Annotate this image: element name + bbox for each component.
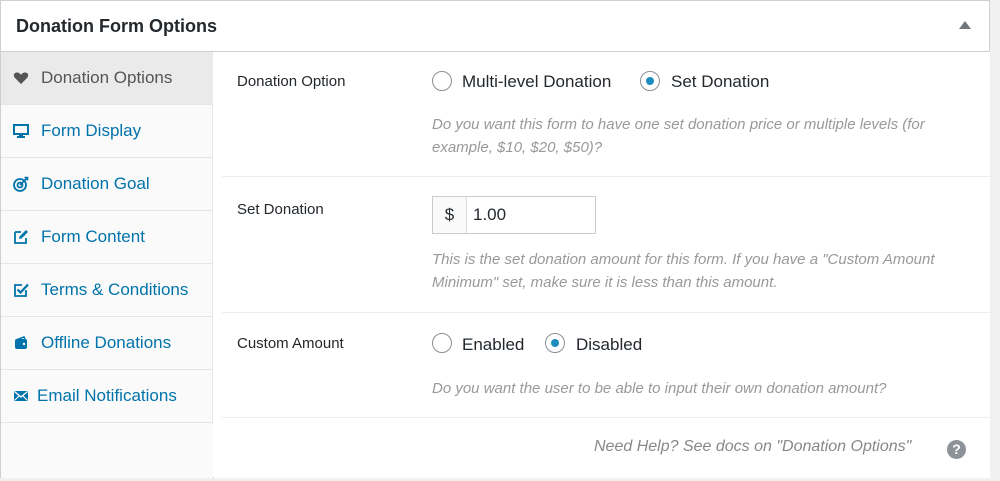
sidebar-item-email-notifications[interactable]: Email Notifications <box>1 370 213 423</box>
sidebar-item-offline-donations[interactable]: Offline Donations <box>1 317 213 370</box>
set-donation-label: Set Donation <box>237 201 324 218</box>
donation-option-description: Do you want this form to have one set do… <box>432 116 925 156</box>
donation-form-options-metabox: Donation Form Options Donation Options F… <box>0 0 990 478</box>
sidebar-item-form-content[interactable]: Form Content <box>1 211 213 264</box>
custom-amount-enabled-radio[interactable] <box>432 333 452 353</box>
envelope-icon <box>14 390 28 401</box>
options-panel: Donation Option Multi-level Donation Set… <box>214 52 990 478</box>
desktop-icon <box>13 124 29 138</box>
checkbox-icon <box>14 283 29 297</box>
custom-amount-disabled-radio[interactable] <box>545 333 565 353</box>
currency-symbol: $ <box>433 197 467 233</box>
target-icon <box>13 176 29 192</box>
set-donation-description: This is the set donation amount for this… <box>432 251 935 291</box>
sidebar-item-donation-goal[interactable]: Donation Goal <box>1 158 213 211</box>
custom-amount-label: Custom Amount <box>237 335 344 352</box>
sidebar-item-label: Terms & Conditions <box>41 280 189 299</box>
sidebar-item-donation-options[interactable]: Donation Options <box>1 52 213 105</box>
collapse-toggle-icon[interactable] <box>959 21 971 29</box>
question-icon[interactable]: ? <box>947 440 966 459</box>
custom-amount-enabled-label[interactable]: Enabled <box>462 335 524 355</box>
set-donation-radio[interactable] <box>640 71 660 91</box>
sidebar-item-label: Offline Donations <box>41 333 172 352</box>
donation-option-label: Donation Option <box>237 73 346 90</box>
custom-amount-row: Custom Amount Enabled Disabled Do you wa… <box>222 313 990 418</box>
edit-icon <box>14 230 28 244</box>
heart-icon <box>13 72 29 84</box>
custom-amount-description: Do you want the user to be able to input… <box>432 380 887 397</box>
sidebar-filler <box>1 424 213 478</box>
donation-option-row: Donation Option Multi-level Donation Set… <box>222 52 990 177</box>
sidebar-item-label: Form Display <box>41 121 142 140</box>
set-donation-radio-label[interactable]: Set Donation <box>671 72 769 92</box>
sidebar-item-label: Form Content <box>41 227 145 246</box>
custom-amount-disabled-label[interactable]: Disabled <box>576 335 642 355</box>
sidebar-item-label: Donation Goal <box>41 174 150 193</box>
sidebar-item-label: Donation Options <box>41 68 173 87</box>
set-donation-amount-input[interactable] <box>468 197 595 233</box>
metabox-title: Donation Form Options <box>16 16 217 36</box>
set-donation-amount-field: $ <box>432 196 596 234</box>
metabox-header[interactable]: Donation Form Options <box>1 1 989 52</box>
multi-level-donation-radio[interactable] <box>432 71 452 91</box>
help-docs-link[interactable]: Need Help? See docs on "Donation Options… <box>594 438 911 456</box>
set-donation-row: Set Donation $ This is the set donation … <box>222 177 990 313</box>
multi-level-donation-label[interactable]: Multi-level Donation <box>462 72 611 92</box>
wallet-icon <box>15 336 27 349</box>
options-sidebar: Donation Options Form Display Donation G… <box>1 52 213 478</box>
sidebar-item-terms-conditions[interactable]: Terms & Conditions <box>1 264 213 317</box>
sidebar-item-form-display[interactable]: Form Display <box>1 105 213 158</box>
sidebar-item-label: Email Notifications <box>37 386 177 405</box>
